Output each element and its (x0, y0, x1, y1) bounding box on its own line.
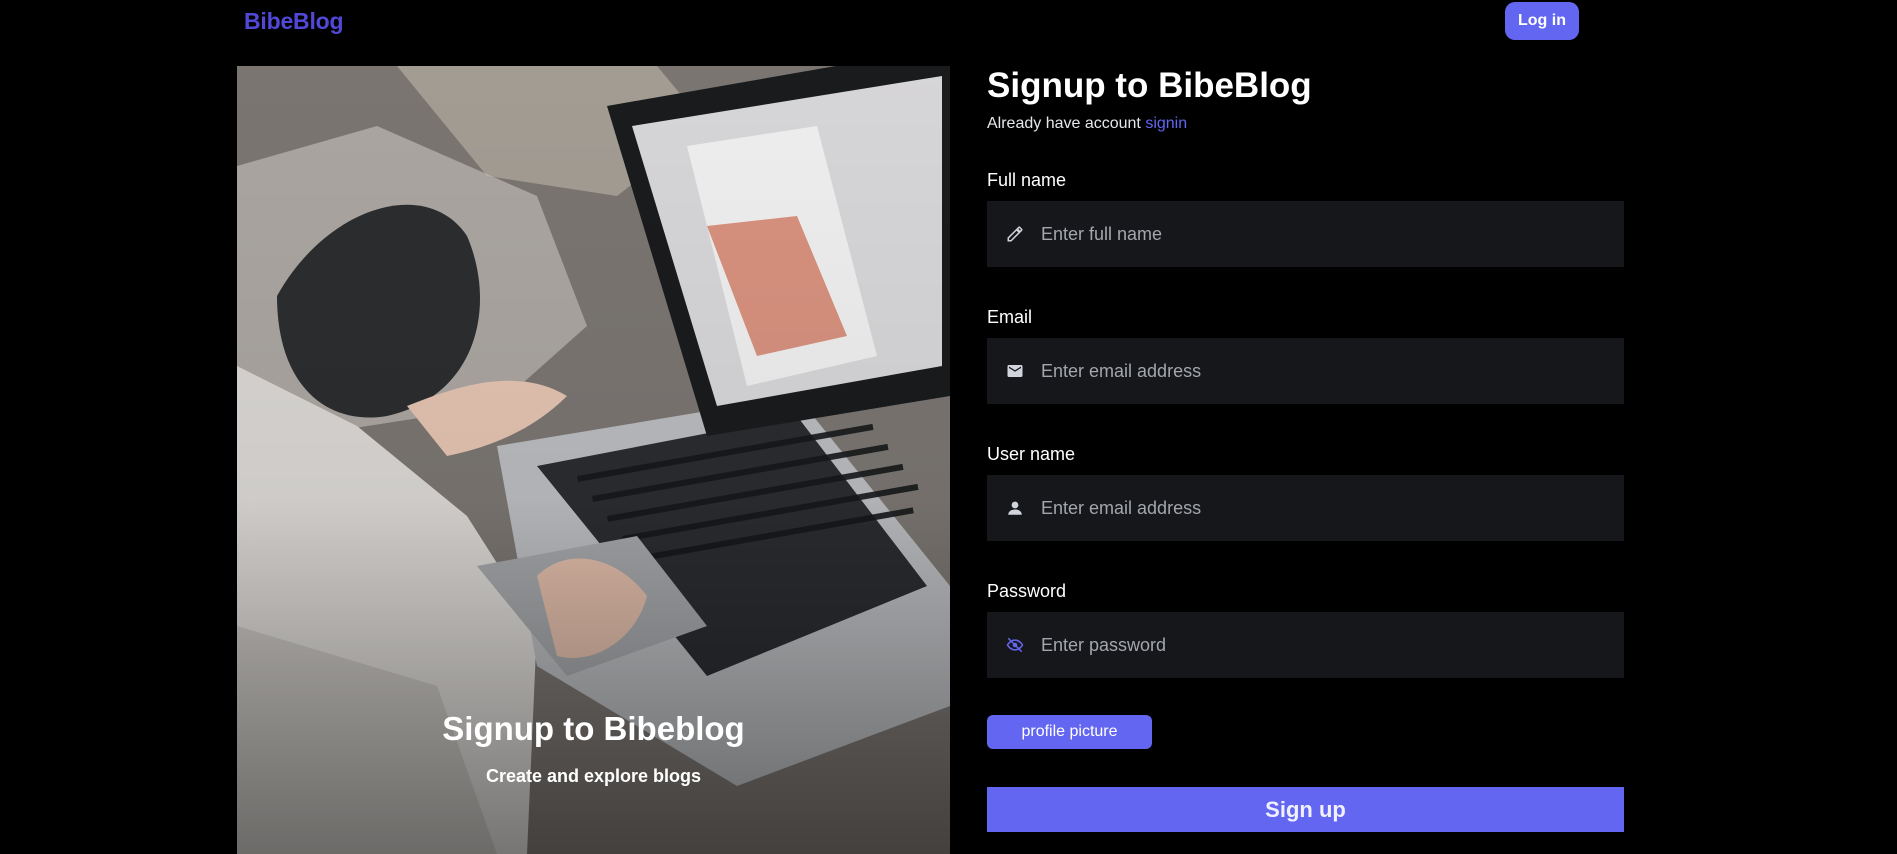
username-input[interactable] (1039, 496, 1603, 520)
login-button[interactable]: Log in (1505, 2, 1579, 40)
username-field[interactable] (987, 475, 1624, 541)
email-input[interactable] (1039, 359, 1603, 383)
brand-logo[interactable]: BibeBlog (244, 8, 344, 35)
fullname-field[interactable] (987, 201, 1624, 267)
already-text: Already have account (987, 115, 1141, 132)
username-label: User name (987, 444, 1076, 464)
page-title: Signup to BibeBlog (987, 66, 1312, 105)
signup-button[interactable]: Sign up (987, 787, 1624, 832)
mail-icon (1005, 361, 1025, 381)
hero-title: Signup to Bibeblog (442, 710, 745, 747)
password-label: Password (987, 581, 1067, 601)
eye-off-icon[interactable] (1005, 635, 1025, 655)
password-input[interactable] (1039, 633, 1603, 657)
fullname-input[interactable] (1039, 222, 1603, 246)
email-field[interactable] (987, 338, 1624, 404)
user-icon (1005, 498, 1025, 518)
hero-subtitle: Create and explore blogs (485, 766, 702, 786)
pencil-icon (1005, 224, 1025, 244)
hero-image: Signup to Bibeblog Create and explore bl… (237, 66, 950, 854)
password-field[interactable] (987, 612, 1624, 678)
navbar: BibeBlog Log in (0, 0, 1897, 44)
profile-picture-button[interactable]: profile picture (987, 715, 1152, 749)
signin-link[interactable]: signin (1145, 115, 1187, 132)
fullname-label: Full name (987, 170, 1067, 190)
signin-prompt: Already have account signin (987, 115, 1187, 133)
email-label: Email (987, 307, 1033, 327)
